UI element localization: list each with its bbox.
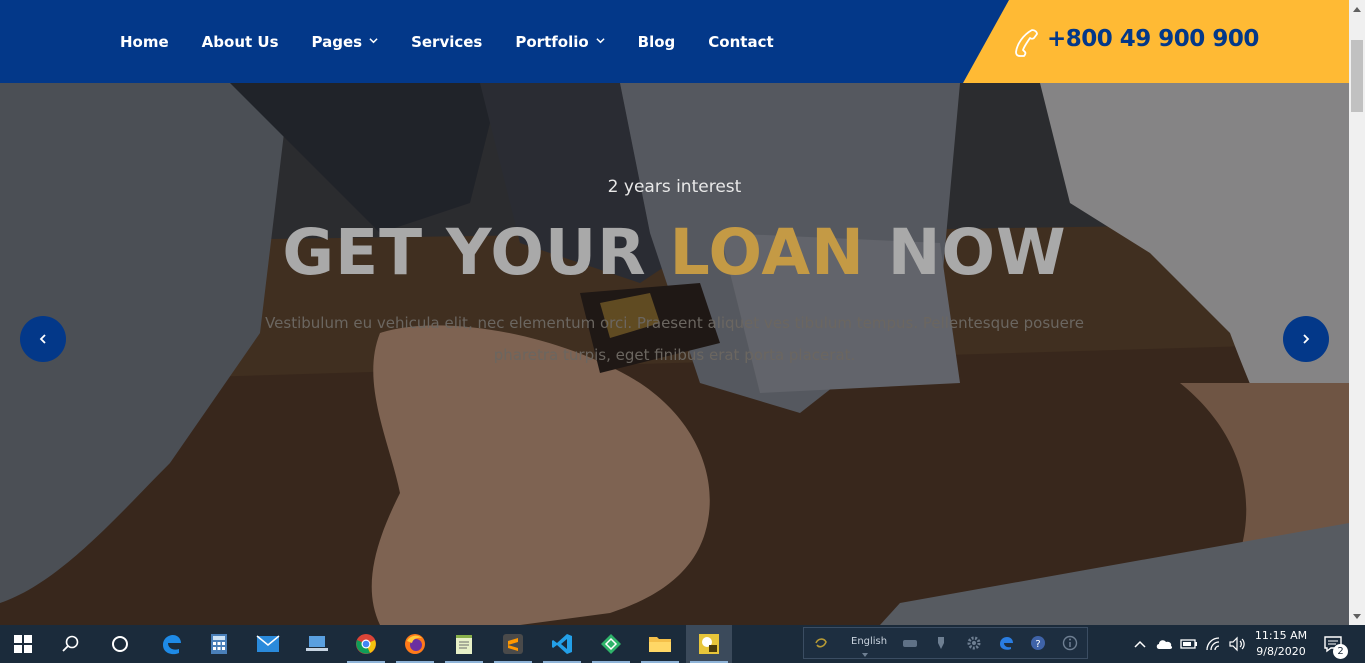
caret-up-icon xyxy=(1353,6,1361,12)
chevron-up-icon xyxy=(1134,640,1146,648)
diamond-app-icon xyxy=(601,634,621,654)
nav-item-portfolio[interactable]: Portfolio xyxy=(515,32,605,51)
hero-title: GET YOUR LOAN NOW xyxy=(0,216,1349,289)
nav-label: About Us xyxy=(201,32,279,51)
taskbar-app-calculator[interactable] xyxy=(196,625,242,663)
taskbar-app-green[interactable] xyxy=(588,625,634,663)
caret-down-icon xyxy=(1353,613,1361,619)
nav-label: Portfolio xyxy=(515,32,589,51)
nav-label: Blog xyxy=(637,32,676,51)
firefox-icon xyxy=(405,634,425,654)
show-hidden-icons-button[interactable] xyxy=(1130,625,1150,663)
language-label: English xyxy=(851,636,888,647)
taskbar-app-vscode[interactable] xyxy=(539,625,585,663)
windows-logo-icon xyxy=(14,635,32,653)
taskbar-app-firefox[interactable] xyxy=(392,625,438,663)
clock-date: 9/8/2020 xyxy=(1256,645,1306,658)
taskbar-app-edge[interactable] xyxy=(148,625,194,663)
taskbar-app-file-share[interactable] xyxy=(294,625,340,663)
vscode-icon xyxy=(552,634,572,654)
language-bar[interactable]: English ? xyxy=(803,627,1088,659)
hero-subtitle: 2 years interest xyxy=(607,177,742,197)
search-icon xyxy=(62,635,79,652)
hero-title-accent: LOAN xyxy=(669,216,865,289)
nav-label: Services xyxy=(411,32,483,51)
nav-item-services[interactable]: Services xyxy=(411,33,482,51)
search-button[interactable] xyxy=(48,625,94,663)
page-scrollbar[interactable] xyxy=(1349,0,1365,625)
taskbar-app-sublime-text[interactable] xyxy=(490,625,536,663)
caret-down-icon xyxy=(862,653,868,657)
taskbar-app-file-explorer[interactable] xyxy=(637,625,683,663)
edge-icon xyxy=(163,635,181,655)
yellow-app-icon xyxy=(699,634,719,654)
volume-button[interactable] xyxy=(1226,625,1248,663)
language-logo-icon xyxy=(815,638,827,648)
wifi-icon xyxy=(1206,637,1220,651)
nav-label: Contact xyxy=(708,32,774,51)
taskbar-app-chrome[interactable] xyxy=(343,625,389,663)
pen-icon xyxy=(938,637,944,649)
nav-label: Pages xyxy=(311,32,363,51)
nav-item-pages[interactable]: Pages xyxy=(312,33,379,51)
clock-time: 11:15 AM xyxy=(1254,629,1308,642)
scroll-up-button[interactable] xyxy=(1349,0,1365,17)
hero-title-part2: NOW xyxy=(887,216,1067,289)
svg-text:?: ? xyxy=(1035,639,1040,650)
notification-count-badge: 2 xyxy=(1333,644,1348,659)
notepad-icon xyxy=(456,635,472,654)
keyboard-icon xyxy=(903,640,917,647)
windows-taskbar: English ? 11:15 AM 9/8/2020 xyxy=(0,625,1365,663)
folder-icon xyxy=(649,637,671,652)
scroll-down-button[interactable] xyxy=(1349,608,1365,625)
info-icon xyxy=(1062,635,1078,651)
nav-item-contact[interactable]: Contact xyxy=(708,33,773,51)
nav-item-about-us[interactable]: About Us xyxy=(202,33,279,51)
chevron-left-icon xyxy=(39,334,46,344)
slider-prev-button[interactable] xyxy=(20,316,66,362)
cortana-icon xyxy=(112,636,128,652)
chevron-right-icon xyxy=(1303,334,1310,344)
nav-item-blog[interactable]: Blog xyxy=(638,33,676,51)
help-icon: ? xyxy=(1031,636,1045,650)
taskbar-app-yellow[interactable] xyxy=(686,625,732,663)
speaker-icon xyxy=(1229,636,1245,652)
calculator-icon xyxy=(211,634,227,654)
phone-number[interactable]: +800 49 900 900 xyxy=(1047,26,1259,52)
nav-item-home[interactable]: Home xyxy=(120,33,169,51)
wifi-button[interactable] xyxy=(1203,625,1225,663)
mail-icon xyxy=(256,635,280,652)
taskbar-clock[interactable]: 11:15 AM 9/8/2020 xyxy=(1250,628,1312,660)
battery-icon xyxy=(1180,639,1197,649)
ie-icon xyxy=(1000,637,1013,650)
sublime-text-icon xyxy=(503,634,523,654)
hero-slider: 2 years interest GET YOUR LOAN NOW Vesti… xyxy=(0,83,1349,625)
chevron-down-icon xyxy=(596,38,605,44)
cortana-button[interactable] xyxy=(97,625,143,663)
nav-label: Home xyxy=(120,32,169,51)
taskbar-app-notepad[interactable] xyxy=(441,625,487,663)
slider-next-button[interactable] xyxy=(1283,316,1329,362)
chevron-down-icon xyxy=(369,38,378,44)
scroll-thumb[interactable] xyxy=(1351,40,1363,112)
laptop-icon xyxy=(306,636,328,651)
onedrive-button[interactable] xyxy=(1153,625,1175,663)
taskbar-app-mail[interactable] xyxy=(245,625,291,663)
gear-icon xyxy=(967,636,981,650)
battery-button[interactable] xyxy=(1178,625,1200,663)
start-button[interactable] xyxy=(0,625,46,663)
hero-title-part1: GET YOUR xyxy=(282,216,647,289)
phone-icon xyxy=(1015,29,1038,57)
chrome-icon xyxy=(356,634,376,654)
cloud-icon xyxy=(1156,640,1173,649)
nav-menu: Home About Us Pages Services Portfolio B… xyxy=(120,0,807,83)
hero-description: Vestibulum eu vehicula elit, nec element… xyxy=(265,314,1084,364)
